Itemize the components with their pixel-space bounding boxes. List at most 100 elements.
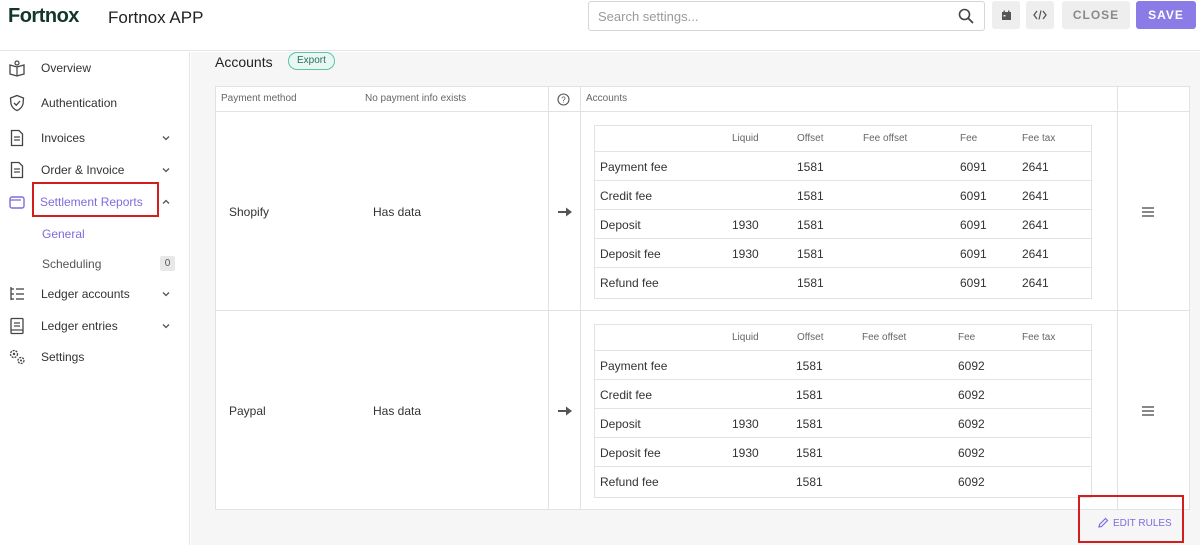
- sidebar-item-order-invoice[interactable]: Order & Invoice: [0, 156, 189, 184]
- sidebar-item-authentication[interactable]: Authentication: [0, 89, 189, 117]
- account-label: Deposit: [600, 218, 641, 232]
- column-divider: [580, 87, 581, 509]
- payment-method-name: Shopify: [229, 205, 270, 219]
- sidebar-item-ledger-entries[interactable]: Ledger entries: [0, 312, 189, 340]
- accounts-subtable: Liquid Offset Fee offset Fee Fee tax Pay…: [594, 324, 1092, 498]
- fee-value: 6091: [960, 189, 987, 203]
- chevron-down-icon[interactable]: [160, 288, 172, 300]
- table-row: Deposit 1930 1581 6092: [595, 408, 1091, 437]
- table-row: Payment fee 1581 6092: [595, 350, 1091, 379]
- account-label: Credit fee: [600, 388, 653, 402]
- sidebar-subitem-general[interactable]: General: [0, 222, 189, 246]
- code-button[interactable]: [1026, 1, 1054, 29]
- chevron-down-icon[interactable]: [160, 132, 172, 144]
- ledger-icon: [10, 317, 24, 335]
- header-fee: Fee: [960, 133, 978, 144]
- chevron-down-icon[interactable]: [160, 320, 172, 332]
- sidebar-item-label: Settings: [41, 350, 85, 364]
- sidebar-item-label: Authentication: [41, 96, 118, 110]
- svg-text:?: ?: [561, 96, 566, 105]
- help-icon[interactable]: ?: [557, 93, 570, 106]
- menu-icon[interactable]: [1141, 405, 1155, 417]
- table-row: Refund fee 1581 6091 2641: [595, 267, 1091, 296]
- fee-value: 6091: [960, 160, 987, 174]
- header-fee-offset: Fee offset: [863, 133, 908, 144]
- calendar-icon: [1001, 10, 1011, 20]
- liquid-value: 1930: [732, 218, 759, 232]
- payment-info-status: Has data: [373, 205, 422, 219]
- chevron-down-icon[interactable]: [160, 164, 172, 176]
- main-content: Accounts Export Payment method No paymen…: [191, 52, 1200, 545]
- header-fee-offset: Fee offset: [862, 332, 907, 343]
- liquid-value: 1930: [732, 417, 759, 431]
- offset-value: 1581: [796, 446, 823, 460]
- header-payment-method: Payment method: [221, 93, 297, 104]
- header-fee-tax: Fee tax: [1022, 133, 1056, 144]
- offset-value: 1581: [797, 160, 824, 174]
- liquid-value: 1930: [732, 247, 759, 261]
- section-title: Accounts: [215, 54, 273, 70]
- calendar-button[interactable]: [992, 1, 1020, 29]
- sidebar-subitem-scheduling[interactable]: Scheduling 0: [0, 252, 189, 276]
- table-row: Payment fee 1581 6091 2641: [595, 151, 1091, 180]
- search-box[interactable]: [588, 1, 985, 31]
- table-row: Deposit 1930 1581 6091 2641: [595, 209, 1091, 238]
- account-label: Payment fee: [600, 160, 668, 174]
- fee-value: 6091: [960, 218, 987, 232]
- payment-info-status: Has data: [373, 404, 422, 418]
- app-title: Fortnox APP: [108, 8, 204, 27]
- menu-icon[interactable]: [1141, 206, 1155, 218]
- close-button[interactable]: CLOSE: [1062, 1, 1130, 29]
- offset-value: 1581: [796, 475, 823, 489]
- fee-value: 6091: [960, 247, 987, 261]
- column-divider: [1117, 87, 1118, 509]
- search-input[interactable]: [589, 2, 984, 30]
- header-fee: Fee: [958, 332, 976, 343]
- sidebar-subitem-label: General: [42, 227, 85, 241]
- export-button[interactable]: Export: [288, 52, 335, 70]
- offset-value: 1581: [796, 359, 823, 373]
- fee-tax-value: 2641: [1022, 160, 1049, 174]
- payment-method-name: Paypal: [229, 404, 266, 418]
- accounts-subtable: Liquid Offset Fee offset Fee Fee tax Pay…: [594, 125, 1092, 299]
- list-tree-icon: [10, 287, 24, 300]
- highlight-box: [32, 182, 159, 217]
- sidebar-item-label: Order & Invoice: [41, 163, 125, 177]
- row-divider: [216, 310, 1189, 311]
- row-divider: [216, 111, 1189, 112]
- save-button[interactable]: SAVE: [1136, 1, 1196, 29]
- header-fee-tax: Fee tax: [1022, 332, 1056, 343]
- sidebar-item-settings[interactable]: Settings: [0, 343, 189, 371]
- fortnox-logo: Fortnox: [8, 5, 79, 27]
- account-label: Deposit: [600, 417, 641, 431]
- offset-value: 1581: [796, 388, 823, 402]
- table-row: Credit fee 1581 6091 2641: [595, 180, 1091, 209]
- table-row: Refund fee 1581 6092: [595, 466, 1091, 495]
- count-badge: 0: [160, 256, 175, 271]
- search-icon[interactable]: [958, 8, 974, 24]
- sidebar-subitem-label: Scheduling: [42, 257, 102, 271]
- account-label: Deposit fee: [600, 446, 661, 460]
- account-label: Deposit fee: [600, 247, 661, 261]
- offset-value: 1581: [797, 276, 824, 290]
- sidebar-item-overview[interactable]: Overview: [0, 54, 189, 82]
- offset-value: 1581: [796, 417, 823, 431]
- header-accounts: Accounts: [586, 93, 628, 104]
- table-row: Deposit fee 1930 1581 6092: [595, 437, 1091, 466]
- document-icon: [10, 161, 24, 179]
- accounts-table: Payment method No payment info exists ? …: [215, 86, 1190, 510]
- sidebar-item-label: Invoices: [41, 131, 86, 145]
- fee-tax-value: 2641: [1022, 247, 1049, 261]
- subtable-header: Liquid Offset Fee offset Fee Fee tax: [595, 126, 1091, 151]
- offset-value: 1581: [797, 189, 824, 203]
- sidebar-item-invoices[interactable]: Invoices: [0, 124, 189, 152]
- document-icon: [10, 129, 24, 147]
- fee-value: 6092: [958, 446, 985, 460]
- offset-value: 1581: [797, 247, 824, 261]
- wallet-icon: [9, 196, 25, 209]
- sidebar-item-ledger-accounts[interactable]: Ledger accounts: [0, 280, 189, 308]
- sidebar-item-label: Ledger accounts: [41, 287, 130, 301]
- account-label: Credit fee: [600, 189, 653, 203]
- header-liquid: Liquid: [732, 332, 759, 343]
- chevron-up-icon[interactable]: [160, 196, 172, 208]
